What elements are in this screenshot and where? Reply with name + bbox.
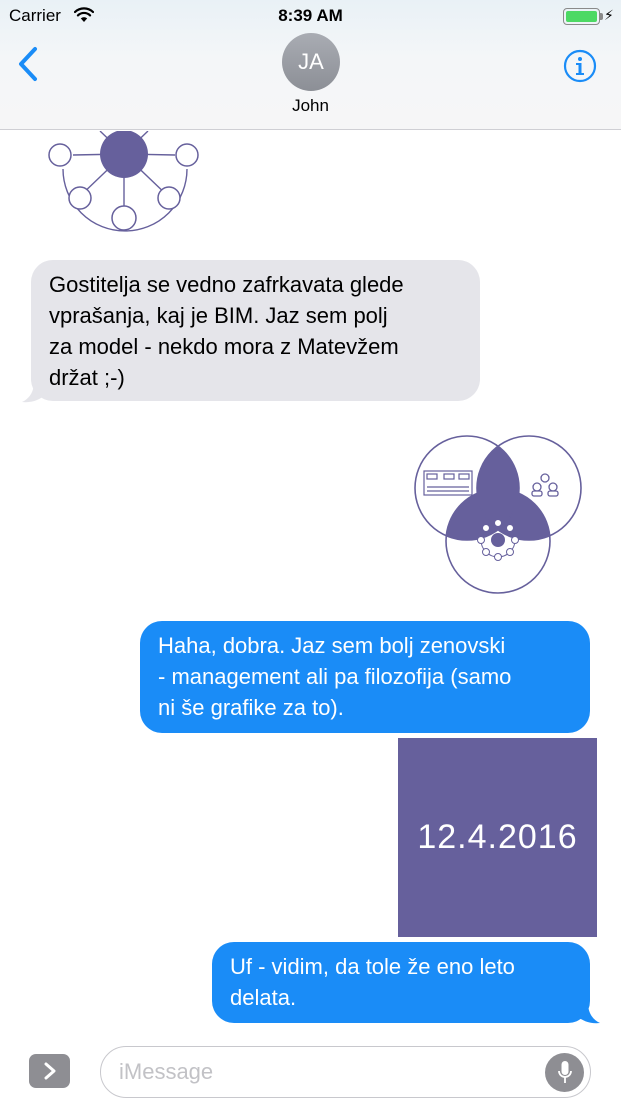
avatar-initials: JA [298,49,324,74]
status-bar: Carrier 8:39 AM ⚡ [0,0,621,32]
venn-diagram-image[interactable] [407,431,587,601]
bubble-tail [576,1003,600,1024]
message-line: delata. [230,985,297,1010]
microphone-button[interactable] [545,1053,584,1092]
message-line: držat ;-) [49,365,125,390]
contact-avatar[interactable]: JA [282,33,340,91]
charging-bolt-icon: ⚡ [604,7,614,23]
contact-name[interactable]: John [0,96,621,116]
status-time: 8:39 AM [278,6,343,25]
incoming-message[interactable]: Gostitelja se vedno zafrkavata glede vpr… [31,260,480,401]
message-line: Haha, dobra. Jaz sem bolj zenovski [158,633,506,658]
message-line: ni še grafike za to). [158,695,344,720]
message-input[interactable] [100,1046,591,1098]
date-image-text: 12.4.2016 [417,818,578,856]
bubble-tail [22,382,46,403]
message-line: za model - nekdo mora z Matevžem [49,334,399,359]
info-button[interactable] [563,49,597,88]
back-button[interactable] [16,46,40,87]
date-image[interactable]: 12.4.2016 [398,738,597,937]
microphone-icon [557,1060,572,1083]
info-circle-icon [563,49,597,83]
message-line: - management ali pa filozofija (samo [158,664,512,689]
conversation-header: Carrier 8:39 AM ⚡ JA John [0,0,621,130]
expand-apps-button[interactable] [29,1054,70,1088]
network-diagram-image[interactable] [40,131,200,241]
outgoing-message[interactable]: Uf - vidim, da tole že eno leto delata. [212,942,590,1023]
message-line: Uf - vidim, da tole že eno leto [230,954,515,979]
battery-icon [563,8,600,25]
outgoing-message[interactable]: Haha, dobra. Jaz sem bolj zenovski - man… [140,621,590,733]
message-line: vprašanja, kaj je BIM. Jaz sem polj [49,303,388,328]
chevron-left-icon [19,47,37,81]
chevron-right-icon [44,1062,55,1080]
message-line: Gostitelja se vedno zafrkavata glede [49,272,404,297]
